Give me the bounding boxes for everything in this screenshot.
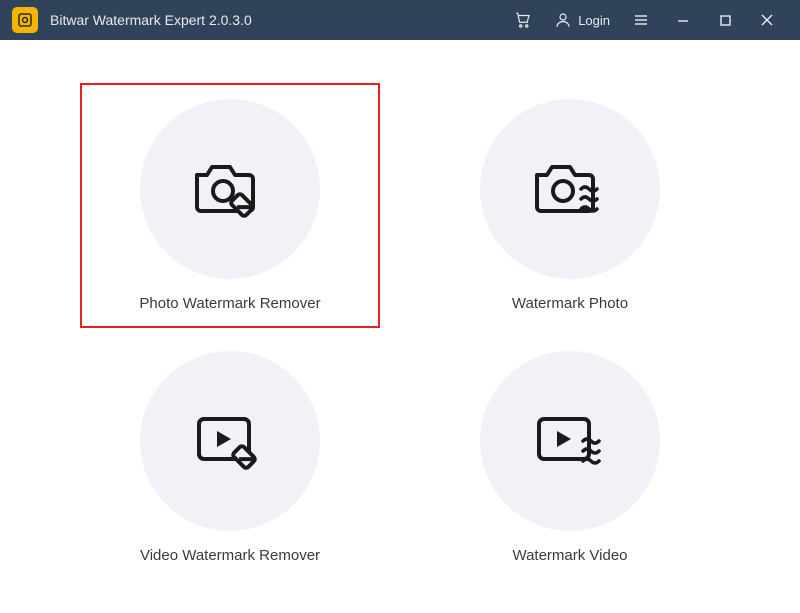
icon-circle [480,99,660,279]
option-watermark-video[interactable]: Watermark Video [420,335,720,580]
icon-circle [140,351,320,531]
user-icon [554,11,572,29]
maximize-button[interactable] [704,0,746,40]
titlebar: Bitwar Watermark Expert 2.0.3.0 Login [0,0,800,40]
camera-erase-icon [191,159,269,219]
video-waves-icon [531,411,609,471]
option-video-watermark-remover[interactable]: Video Watermark Remover [80,335,380,580]
icon-circle [480,351,660,531]
app-title: Bitwar Watermark Expert 2.0.3.0 [50,12,252,28]
option-label: Photo Watermark Remover [139,295,320,312]
option-watermark-photo[interactable]: Watermark Photo [420,83,720,328]
close-icon [760,13,774,27]
close-button[interactable] [746,0,788,40]
minimize-button[interactable] [662,0,704,40]
app-logo [12,7,38,33]
option-label: Video Watermark Remover [140,547,320,564]
cart-button[interactable] [502,0,544,40]
icon-circle [140,99,320,279]
menu-icon [633,12,649,28]
maximize-icon [719,14,732,27]
option-label: Watermark Photo [512,295,628,312]
menu-button[interactable] [620,0,662,40]
main-area: Photo Watermark Remover Watermark Photo [0,40,800,613]
option-label: Watermark Video [512,547,627,564]
video-erase-icon [191,411,269,471]
option-photo-watermark-remover[interactable]: Photo Watermark Remover [80,83,380,328]
minimize-icon [676,13,690,27]
logo-icon [17,12,33,28]
camera-waves-icon [531,159,609,219]
login-label: Login [578,13,610,28]
login-button[interactable]: Login [544,11,620,29]
cart-icon [514,11,532,29]
